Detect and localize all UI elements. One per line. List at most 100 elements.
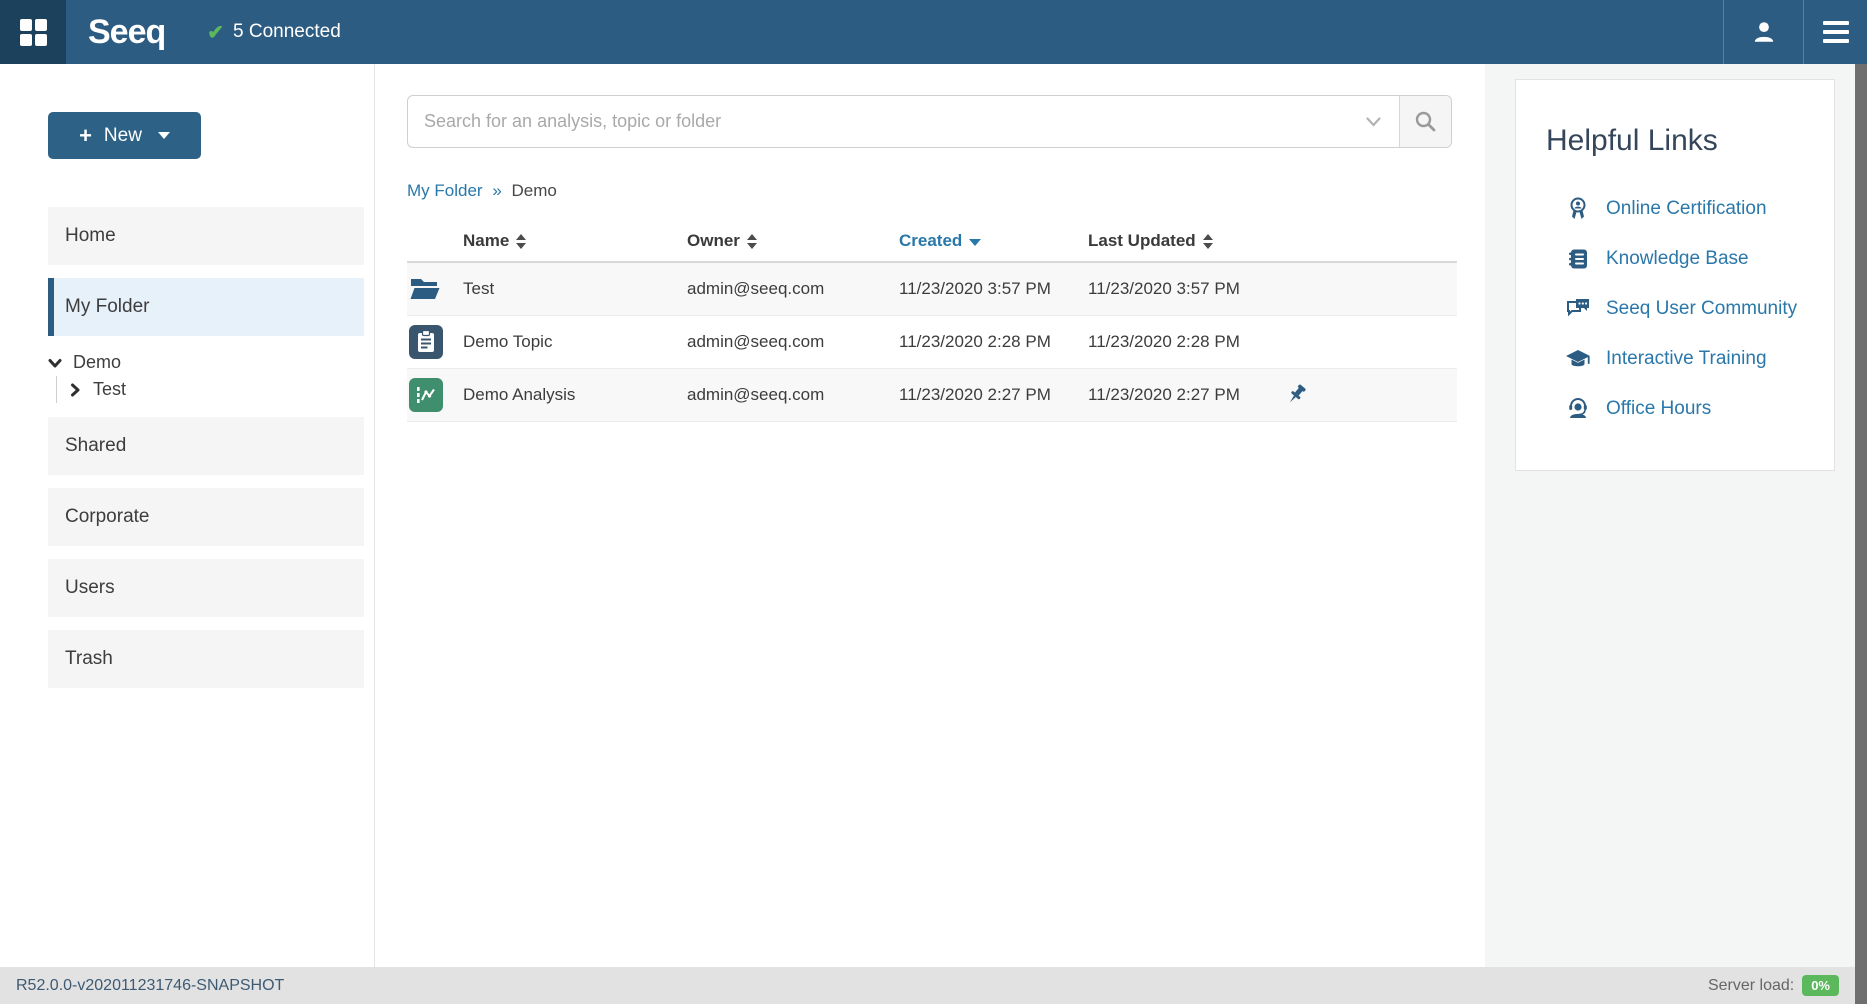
tree-item-test[interactable]: Test bbox=[68, 376, 374, 403]
helpful-links-list: Online Certification bbox=[1516, 184, 1834, 434]
link-label: Online Certification bbox=[1606, 198, 1767, 220]
navbar: Seeq ✔ 5 Connected bbox=[0, 0, 1867, 64]
datasources-status[interactable]: ✔ 5 Connected bbox=[207, 0, 341, 64]
folder-icon bbox=[409, 276, 441, 302]
seeq-logo[interactable]: Seeq bbox=[88, 13, 165, 52]
link-online-certification[interactable]: Online Certification bbox=[1516, 184, 1834, 234]
tree-item-label: Demo bbox=[73, 352, 121, 373]
item-name[interactable]: Demo Topic bbox=[463, 332, 687, 352]
sort-icon bbox=[747, 234, 757, 249]
sidebar-item-label: Home bbox=[65, 225, 116, 247]
column-header-last-updated[interactable]: Last Updated bbox=[1088, 231, 1284, 251]
check-icon: ✔ bbox=[207, 20, 224, 45]
sidebar-item-label: Trash bbox=[65, 648, 113, 670]
plus-icon: + bbox=[79, 125, 92, 147]
sort-desc-icon bbox=[969, 239, 981, 246]
item-owner: admin@seeq.com bbox=[687, 279, 899, 299]
grid-icon bbox=[20, 19, 47, 46]
table-row-demo-topic[interactable]: Demo Topic admin@seeq.com 11/23/2020 2:2… bbox=[407, 316, 1457, 369]
sidebar-nav: Home My Folder Demo bbox=[0, 207, 374, 688]
server-load: Server load: 0% bbox=[1708, 975, 1839, 996]
server-load-label: Server load: bbox=[1708, 977, 1794, 995]
column-header-created[interactable]: Created bbox=[899, 231, 1088, 251]
item-last-updated: 11/23/2020 3:57 PM bbox=[1088, 279, 1284, 299]
community-icon bbox=[1564, 298, 1592, 320]
search-button[interactable] bbox=[1399, 96, 1451, 147]
sidebar-item-label: Corporate bbox=[65, 506, 150, 528]
chevron-right-icon[interactable] bbox=[68, 383, 82, 397]
breadcrumb-my-folder[interactable]: My Folder bbox=[407, 181, 483, 200]
analysis-icon bbox=[409, 378, 443, 412]
row-icon-cell bbox=[407, 378, 463, 412]
link-office-hours[interactable]: Office Hours bbox=[1516, 384, 1834, 434]
link-knowledge-base[interactable]: Knowledge Base bbox=[1516, 234, 1834, 284]
chevron-down-icon bbox=[1366, 117, 1381, 127]
user-account-button[interactable] bbox=[1723, 0, 1803, 64]
hamburger-icon bbox=[1823, 21, 1849, 43]
pin-icon[interactable] bbox=[1284, 383, 1308, 407]
training-icon bbox=[1564, 348, 1592, 370]
tree-item-label: Test bbox=[93, 379, 126, 400]
folder-tree: Demo Test bbox=[48, 349, 374, 403]
server-load-badge: 0% bbox=[1802, 975, 1839, 996]
column-label: Name bbox=[463, 231, 509, 251]
row-icon-cell bbox=[407, 325, 463, 359]
knowledge-base-icon bbox=[1564, 248, 1592, 270]
column-label: Created bbox=[899, 231, 962, 251]
item-created: 11/23/2020 2:27 PM bbox=[899, 385, 1088, 405]
new-button-label: New bbox=[104, 125, 142, 147]
link-label: Interactive Training bbox=[1606, 348, 1767, 370]
item-name[interactable]: Test bbox=[463, 279, 687, 299]
sidebar: + New Home My Folder Demo bbox=[0, 64, 375, 967]
table-row-test[interactable]: Test admin@seeq.com 11/23/2020 3:57 PM 1… bbox=[407, 263, 1457, 316]
item-created: 11/23/2020 2:28 PM bbox=[899, 332, 1088, 352]
item-last-updated: 11/23/2020 2:27 PM bbox=[1088, 385, 1284, 405]
sidebar-item-my-folder[interactable]: My Folder bbox=[48, 278, 364, 336]
column-header-owner[interactable]: Owner bbox=[687, 231, 899, 251]
new-button[interactable]: + New bbox=[48, 112, 201, 159]
search-dropdown-toggle[interactable] bbox=[1348, 96, 1399, 147]
footer: R52.0.0-v202011231746-SNAPSHOT Server lo… bbox=[0, 967, 1867, 1004]
item-name[interactable]: Demo Analysis bbox=[463, 385, 687, 405]
main-panel: My Folder » Demo Name Owner Crea bbox=[375, 64, 1485, 967]
topic-icon bbox=[409, 325, 443, 359]
sidebar-item-corporate[interactable]: Corporate bbox=[48, 488, 364, 546]
link-seeq-user-community[interactable]: Seeq User Community bbox=[1516, 284, 1834, 334]
sidebar-item-users[interactable]: Users bbox=[48, 559, 364, 617]
chevron-down-icon[interactable] bbox=[48, 356, 62, 370]
sidebar-item-home[interactable]: Home bbox=[48, 207, 364, 265]
apps-menu-button[interactable] bbox=[0, 0, 66, 64]
breadcrumb-current: Demo bbox=[512, 181, 557, 200]
sidebar-item-label: My Folder bbox=[65, 296, 149, 318]
version-label: R52.0.0-v202011231746-SNAPSHOT bbox=[16, 977, 284, 995]
search-icon bbox=[1414, 110, 1437, 133]
certification-icon bbox=[1564, 197, 1592, 221]
navbar-spacer bbox=[341, 0, 1723, 64]
column-label: Owner bbox=[687, 231, 740, 251]
breadcrumb: My Folder » Demo bbox=[407, 181, 1453, 201]
sort-icon bbox=[1203, 234, 1213, 249]
row-icon-cell bbox=[407, 276, 463, 302]
tree-children: Test bbox=[56, 376, 374, 403]
link-label: Seeq User Community bbox=[1606, 298, 1797, 320]
chevron-down-icon bbox=[158, 132, 170, 139]
column-label: Last Updated bbox=[1088, 231, 1196, 251]
table-header-row: Name Owner Created Last Updated bbox=[407, 221, 1457, 263]
seeq-app: Seeq ✔ 5 Connected + New Ho bbox=[0, 0, 1867, 1004]
table-row-demo-analysis[interactable]: Demo Analysis admin@seeq.com 11/23/2020 … bbox=[407, 369, 1457, 422]
link-interactive-training[interactable]: Interactive Training bbox=[1516, 334, 1834, 384]
helpful-links-card: Helpful Links Online Certi bbox=[1515, 79, 1835, 471]
sidebar-item-trash[interactable]: Trash bbox=[48, 630, 364, 688]
search-input[interactable] bbox=[408, 96, 1348, 147]
user-icon bbox=[1751, 19, 1777, 45]
item-last-updated: 11/23/2020 2:28 PM bbox=[1088, 332, 1284, 352]
items-table: Name Owner Created Last Updated bbox=[407, 221, 1457, 422]
connected-status-label: 5 Connected bbox=[233, 21, 341, 43]
helpful-links-title: Helpful Links bbox=[1516, 124, 1834, 158]
main-menu-button[interactable] bbox=[1803, 0, 1867, 64]
sidebar-item-shared[interactable]: Shared bbox=[48, 417, 364, 475]
tree-item-demo[interactable]: Demo bbox=[48, 349, 374, 376]
item-created: 11/23/2020 3:57 PM bbox=[899, 279, 1088, 299]
search-bar bbox=[407, 95, 1452, 148]
column-header-name[interactable]: Name bbox=[463, 231, 687, 251]
